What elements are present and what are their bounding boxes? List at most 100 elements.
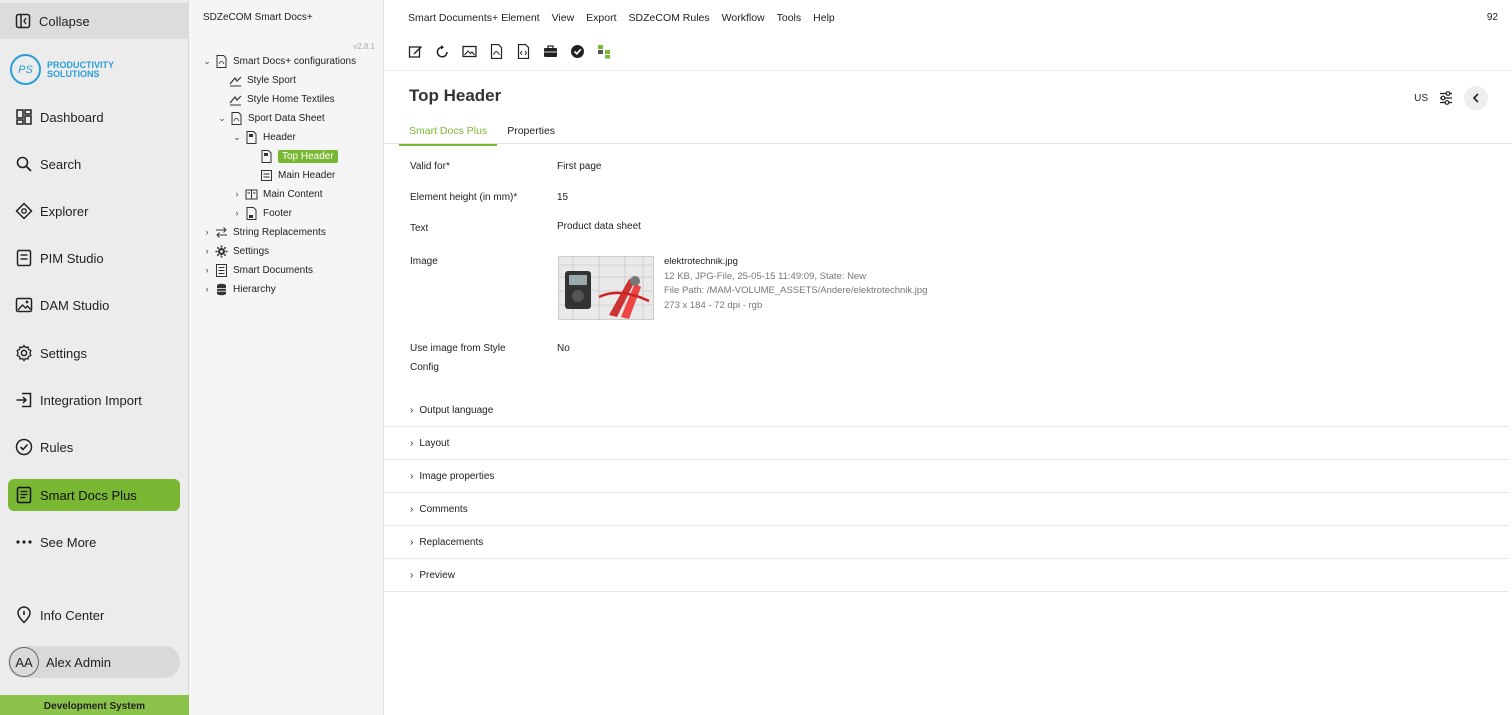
menu-item-element[interactable]: Smart Documents+ Element [408, 12, 540, 24]
chevron-right-icon: › [410, 437, 414, 449]
chevron-right-icon: › [410, 470, 414, 482]
tree-node[interactable]: Style Sport [229, 71, 296, 89]
tree-node[interactable]: › Smart Documents [202, 261, 313, 279]
briefcase-icon[interactable] [543, 44, 558, 59]
chevron-down-icon[interactable]: ⌄ [232, 132, 242, 143]
user-name: Alex Admin [46, 654, 112, 670]
company-logo: PS PRODUCTIVITY SOLUTIONS [10, 54, 114, 85]
nav-item-integration-import[interactable]: Integration Import [8, 384, 180, 416]
section-comments[interactable]: › Comments [384, 493, 1509, 526]
tree-node-label: Hierarchy [233, 283, 276, 295]
section-label: Output language [419, 404, 494, 416]
tree-node[interactable]: Style Home Textiles [229, 90, 335, 108]
tree-node[interactable]: › Footer [232, 204, 292, 222]
chevron-right-icon[interactable]: › [202, 246, 212, 256]
tree-node[interactable]: Main Header [260, 166, 335, 184]
collapse-button[interactable]: Collapse [0, 3, 189, 39]
chevron-right-icon[interactable]: › [202, 284, 212, 294]
pim-studio-icon [16, 249, 32, 267]
nav-item-label: DAM Studio [40, 297, 110, 313]
section-preview[interactable]: › Preview [384, 559, 1509, 592]
nav-item-settings[interactable]: Settings [8, 337, 180, 369]
section-layout[interactable]: › Layout [384, 427, 1509, 460]
menu-item-rules[interactable]: SDZeCOM Rules [629, 12, 710, 24]
version-label: v2.8.1 [353, 42, 375, 51]
page-title: Top Header [409, 86, 502, 105]
main-navigation: Collapse PS PRODUCTIVITY SOLUTIONS Dashb… [0, 0, 189, 715]
field-label-line-1: Use image from Style [410, 343, 506, 354]
section-replacements[interactable]: › Replacements [384, 526, 1509, 559]
chevron-right-icon[interactable]: › [202, 265, 212, 275]
user-menu[interactable]: AA Alex Admin [8, 646, 180, 678]
collapse-icon [15, 13, 31, 29]
chevron-right-icon[interactable]: › [232, 208, 242, 218]
valid-for-value[interactable]: First page [557, 157, 601, 176]
menu-item-export[interactable]: Export [586, 12, 616, 24]
menu-item-view[interactable]: View [552, 12, 575, 24]
chevron-right-icon[interactable]: › [232, 189, 242, 199]
menu-item-help[interactable]: Help [813, 12, 835, 24]
nav-item-info-center[interactable]: Info Center [8, 599, 180, 631]
edit-icon[interactable] [408, 44, 423, 59]
tree-node[interactable]: › Hierarchy [202, 280, 276, 298]
nav-item-label: PIM Studio [40, 250, 104, 266]
pdf-icon[interactable] [489, 44, 504, 59]
chevron-down-icon[interactable]: ⌄ [202, 56, 212, 67]
tree-node[interactable]: › String Replacements [202, 223, 326, 241]
hierarchy-icon[interactable] [597, 44, 612, 59]
menu-item-workflow[interactable]: Workflow [722, 12, 765, 24]
section-image-properties[interactable]: › Image properties [384, 460, 1509, 493]
tree-node-label: Main Header [278, 169, 336, 181]
tree-node-label: Main Content [263, 188, 323, 200]
tree-node[interactable]: ⌄ Smart Docs+ configurations [202, 52, 356, 70]
reload-icon[interactable] [435, 44, 450, 59]
text-value[interactable]: Product data sheet [557, 217, 641, 236]
tree-node[interactable]: ⌄ Sport Data Sheet [217, 109, 325, 127]
code-icon[interactable] [516, 44, 531, 59]
nav-item-dashboard[interactable]: Dashboard [8, 101, 180, 133]
chevron-right-icon: › [410, 536, 414, 548]
nav-item-pim-studio[interactable]: PIM Studio [8, 242, 180, 274]
nav-item-dam-studio[interactable]: DAM Studio [8, 289, 180, 321]
import-icon [16, 392, 32, 408]
collapse-panel-button[interactable] [1464, 86, 1488, 110]
nav-item-label: Smart Docs Plus [40, 487, 137, 503]
style-icon [229, 76, 242, 86]
image-filename[interactable]: elektrotechnik.jpg [664, 255, 927, 270]
element-height-value[interactable]: 15 [557, 188, 568, 207]
gear-icon [215, 245, 228, 257]
chevron-left-icon [1472, 93, 1479, 103]
tree-node-label: Smart Documents [233, 264, 314, 276]
field-label: Valid for* [410, 161, 450, 172]
nav-item-label: Rules [40, 439, 74, 455]
header-icon [246, 130, 257, 144]
preview-image-icon[interactable] [462, 44, 477, 59]
check-badge-icon[interactable] [570, 44, 585, 59]
field-label: Element height (in mm)* [410, 192, 518, 203]
nav-item-label: Info Center [40, 607, 105, 623]
gear-icon [16, 344, 32, 362]
nav-item-explorer[interactable]: Explorer [8, 195, 180, 227]
footer-icon [246, 206, 257, 220]
system-banner: Development System [0, 695, 189, 715]
image-meta: 12 KB, JPG-File, 25-05-15 11:49:09, Stat… [664, 270, 867, 282]
tree-node-selected[interactable]: Top Header [260, 147, 338, 165]
nav-item-search[interactable]: Search [8, 148, 180, 180]
locale-label[interactable]: US [1414, 93, 1428, 104]
chevron-right-icon[interactable]: › [202, 227, 212, 237]
main-content: Smart Documents+ Element View Export SDZ… [384, 0, 1512, 715]
tree-node[interactable]: › Settings [202, 242, 269, 260]
tree-node[interactable]: › Main Content [232, 185, 323, 203]
toolbar-divider [384, 70, 1512, 71]
menu-item-tools[interactable]: Tools [777, 12, 802, 24]
image-path: File Path: /MAM-VOLUME_ASSETS/Andere/ele… [664, 285, 928, 296]
nav-item-see-more[interactable]: See More [8, 526, 180, 558]
nav-item-rules[interactable]: Rules [8, 431, 180, 463]
chevron-down-icon[interactable]: ⌄ [217, 113, 227, 124]
use-image-from-style-value[interactable]: No [557, 339, 570, 358]
nav-item-smart-docs-plus[interactable]: Smart Docs Plus [8, 479, 180, 511]
tree-node[interactable]: ⌄ Header [232, 128, 296, 146]
sliders-icon[interactable] [1438, 90, 1454, 106]
image-thumbnail[interactable] [558, 256, 654, 320]
section-output-language[interactable]: › Output language [384, 394, 1509, 427]
